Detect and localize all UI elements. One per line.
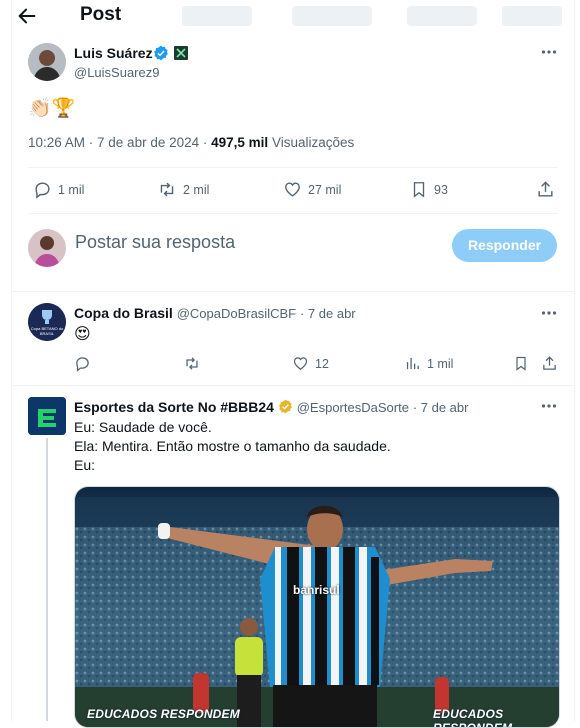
reply-header: Esportes da Sorte No #BBB24 @EsportesDaS… bbox=[74, 399, 468, 415]
reply-avatar-text: Copa BETANO do BRASIL bbox=[30, 326, 64, 336]
repost-count: 2 mil bbox=[183, 182, 210, 197]
reply-time[interactable]: · 7 de abr bbox=[413, 400, 469, 415]
views-label: Visualizações bbox=[271, 135, 355, 150]
like-icon bbox=[285, 182, 300, 197]
jersey-sponsor-text: banrisul bbox=[293, 583, 340, 597]
reply-author-handle[interactable]: @CopaDoBrasilCBF bbox=[177, 306, 296, 321]
reply-icon bbox=[35, 182, 50, 199]
reply-icon[interactable] bbox=[74, 355, 91, 372]
reply-media-image[interactable]: banrisul EDUCADOS RESPONDEM EDUCADOS RES… bbox=[74, 486, 560, 728]
more-icon[interactable] bbox=[541, 310, 557, 316]
reply-text-line: Eu: bbox=[74, 457, 96, 473]
page-title: Post bbox=[80, 4, 122, 25]
reply-like-count: 12 bbox=[315, 356, 329, 371]
repost-icon bbox=[160, 182, 174, 197]
post-content: 👏🏻🏆 bbox=[28, 98, 76, 119]
repost-icon[interactable] bbox=[183, 355, 201, 372]
reply-text-line: Ela: Mentira. Então mostre o tamanho da … bbox=[74, 438, 391, 454]
bookmark-count: 93 bbox=[434, 182, 448, 197]
verified-badge-icon bbox=[278, 399, 292, 414]
reply-time[interactable]: · 7 de abr bbox=[300, 306, 356, 321]
like-button[interactable]: 27 mil bbox=[283, 180, 341, 199]
post-timestamp[interactable]: 10:26 AM · 7 de abr de 2024 · bbox=[28, 135, 207, 150]
author-avatar[interactable] bbox=[28, 43, 66, 81]
bookmark-icon bbox=[413, 182, 425, 198]
reply-author-name[interactable]: Copa do Brasil bbox=[74, 305, 173, 321]
views-icon bbox=[406, 357, 419, 370]
reply-view-count: 1 mil bbox=[427, 356, 454, 371]
reply-content: 😍 bbox=[74, 326, 91, 343]
reply-input[interactable]: Postar sua resposta bbox=[75, 232, 235, 253]
reply-header: Copa do Brasil @CopaDoBrasilCBF · 7 de a… bbox=[74, 305, 356, 321]
post-meta: 10:26 AM · 7 de abr de 2024 · 497,5 mil … bbox=[28, 135, 354, 150]
share-icon[interactable] bbox=[536, 180, 555, 199]
repost-button[interactable]: 2 mil bbox=[157, 180, 209, 199]
reply-button[interactable]: 1 mil bbox=[33, 180, 84, 199]
team-badge-icon bbox=[174, 46, 188, 60]
like-icon bbox=[293, 357, 308, 370]
verified-badge-icon bbox=[154, 45, 168, 61]
user-avatar[interactable] bbox=[28, 229, 66, 267]
watermark-right: EDUCADOS RESPONDEM bbox=[433, 707, 513, 728]
reply-submit-button[interactable]: Responder bbox=[452, 229, 557, 262]
like-count: 27 mil bbox=[308, 182, 342, 197]
more-icon[interactable] bbox=[541, 403, 557, 409]
bookmark-icon[interactable] bbox=[513, 355, 529, 372]
more-icon[interactable] bbox=[541, 49, 557, 55]
reply-avatar[interactable]: Copa BETANO do BRASIL bbox=[28, 303, 66, 341]
author-handle[interactable]: @LuisSuarez9 bbox=[74, 65, 159, 80]
share-icon[interactable] bbox=[541, 355, 558, 372]
author-name[interactable]: Luis Suárez bbox=[74, 45, 153, 61]
reply-views[interactable]: 1 mil bbox=[404, 355, 453, 372]
reply-author-name[interactable]: Esportes da Sorte No #BBB24 bbox=[74, 399, 274, 415]
back-arrow-icon[interactable] bbox=[16, 5, 38, 27]
reply-avatar[interactable] bbox=[28, 397, 66, 435]
watermark-left: EDUCADOS RESPONDEM bbox=[87, 707, 240, 721]
views-count: 497,5 mil bbox=[211, 135, 269, 150]
reply-like-button[interactable]: 12 bbox=[292, 355, 329, 372]
bookmark-button[interactable]: 93 bbox=[410, 180, 448, 199]
reply-author-handle[interactable]: @EsportesDaSorte bbox=[297, 400, 409, 415]
reply-text-line: Eu: Saudade de você. bbox=[74, 419, 212, 435]
thread-line bbox=[46, 438, 48, 721]
reply-text: Eu: Saudade de você. Ela: Mentira. Então… bbox=[74, 418, 391, 475]
reply-count: 1 mil bbox=[58, 182, 85, 197]
